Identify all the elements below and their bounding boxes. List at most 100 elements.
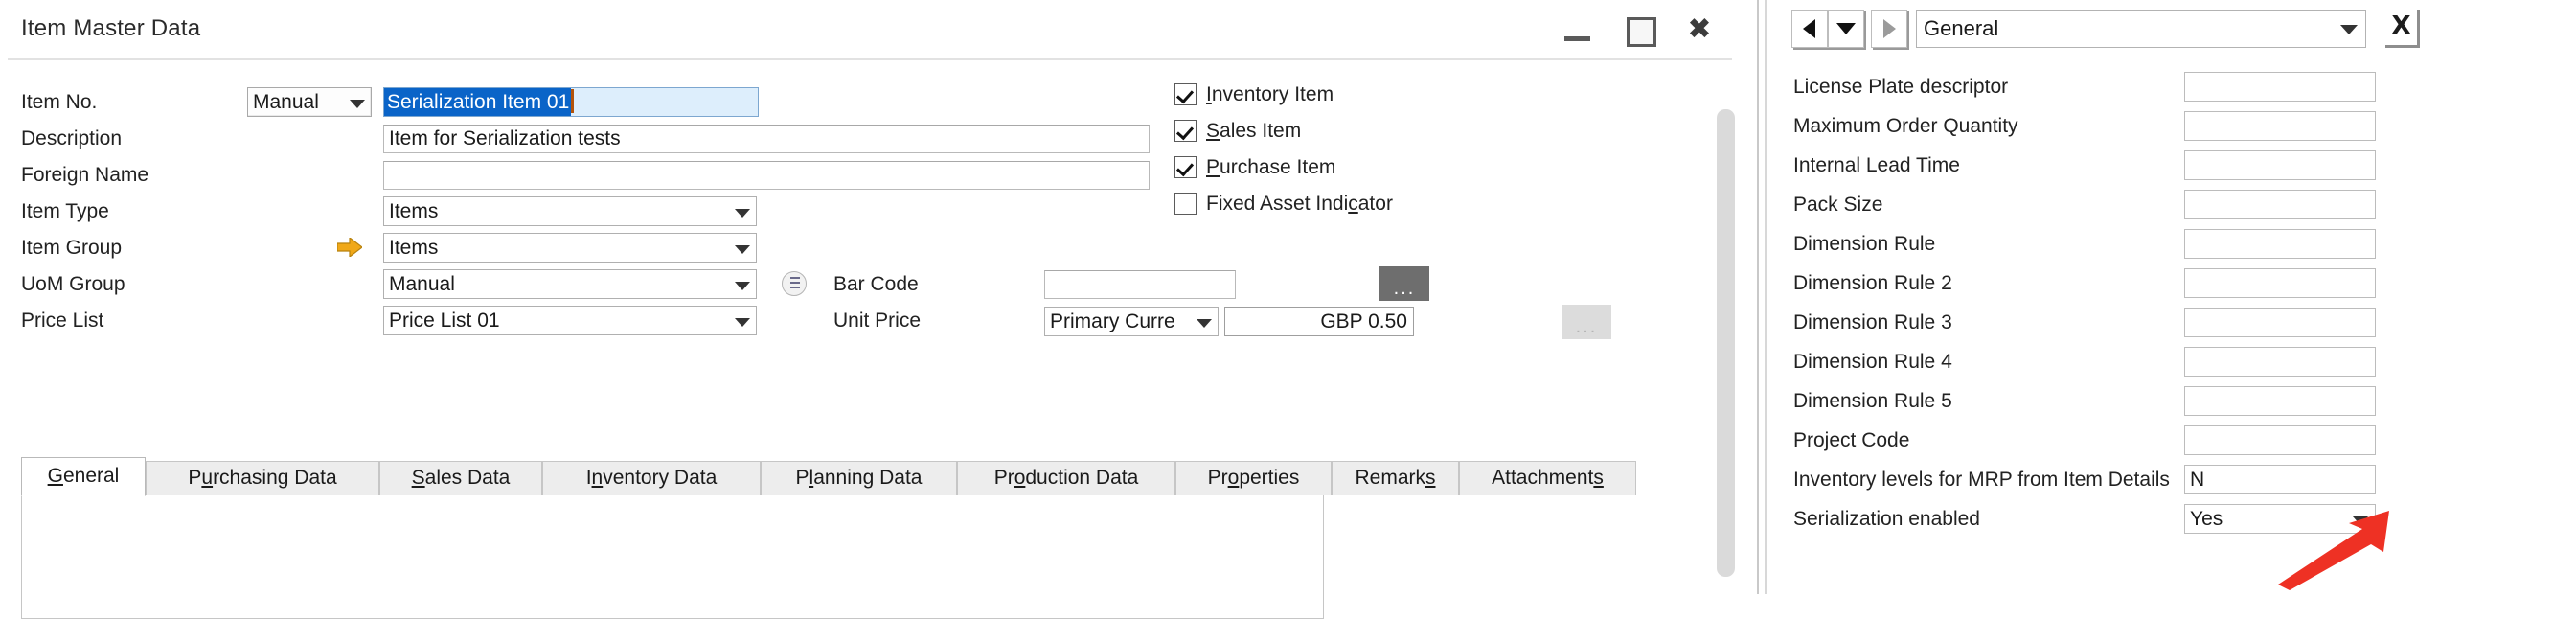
input-pack-size[interactable] bbox=[2184, 190, 2376, 219]
label-inventory-levels-mrp: Inventory levels for MRP from Item Detai… bbox=[1793, 465, 2170, 495]
panel-navigation-toolbar: General X bbox=[1772, 0, 2576, 59]
view-selector-dropdown[interactable]: General bbox=[1916, 10, 2366, 48]
label-dimension-rule: Dimension Rule bbox=[1793, 229, 1935, 260]
vertical-scrollbar[interactable] bbox=[1711, 63, 1740, 588]
scrollbar-thumb[interactable] bbox=[1717, 109, 1735, 577]
close-button[interactable]: ✖ bbox=[1680, 11, 1722, 50]
unit-price-currency-value: Primary Curre bbox=[1050, 310, 1175, 332]
item-no-selected-text: Serialization Item 01 bbox=[384, 88, 571, 116]
unit-price-input[interactable]: GBP 0.50 bbox=[1224, 307, 1414, 336]
checkbox-icon bbox=[1174, 83, 1197, 105]
input-inventory-levels-mrp[interactable]: N bbox=[2184, 465, 2376, 494]
tab-inventory-data[interactable]: Inventory Data bbox=[542, 461, 761, 495]
minimize-icon bbox=[1564, 36, 1590, 41]
label-uom-group: UoM Group bbox=[21, 268, 125, 301]
input-internal-lead-time[interactable] bbox=[2184, 150, 2376, 180]
view-dropdown-button[interactable] bbox=[1828, 10, 1864, 48]
item-form: Item No. Manual Serialization Item 01 De… bbox=[0, 59, 1753, 594]
label-dimension-rule-3: Dimension Rule 3 bbox=[1793, 308, 1952, 338]
input-license-plate-descriptor[interactable] bbox=[2184, 72, 2376, 102]
label-maximum-order-quantity: Maximum Order Quantity bbox=[1793, 111, 2018, 142]
input-dimension-rule-2[interactable] bbox=[2184, 268, 2376, 298]
tab-sales-data[interactable]: Sales Data bbox=[379, 461, 542, 495]
next-view-button[interactable] bbox=[1871, 10, 1907, 48]
minimize-button[interactable] bbox=[1558, 11, 1600, 50]
chevron-down-icon bbox=[735, 209, 750, 218]
label-item-group: Item Group bbox=[21, 232, 122, 264]
item-group-value: Items bbox=[389, 237, 438, 259]
uom-group-value: Manual bbox=[389, 273, 455, 295]
general-properties-panel: General X License Plate descriptor Maxim… bbox=[1772, 0, 2576, 594]
input-project-code[interactable] bbox=[2184, 425, 2376, 455]
serialization-enabled-value: Yes bbox=[2190, 508, 2223, 530]
checkbox-icon bbox=[1174, 156, 1197, 178]
item-master-data-window: Item Master Data ✖ Item No. Manual bbox=[0, 0, 1753, 594]
maximize-icon bbox=[1627, 17, 1656, 47]
item-no-mode-value: Manual bbox=[253, 91, 319, 113]
tab-remarks[interactable]: Remarks bbox=[1332, 461, 1459, 495]
description-input[interactable]: Item for Serialization tests bbox=[383, 125, 1150, 153]
input-dimension-rule[interactable] bbox=[2184, 229, 2376, 259]
label-dimension-rule-2: Dimension Rule 2 bbox=[1793, 268, 1952, 299]
chevron-down-icon bbox=[1836, 23, 1856, 34]
bar-code-input[interactable] bbox=[1044, 270, 1236, 299]
bar-code-browse-button[interactable]: ... bbox=[1379, 266, 1429, 301]
panel-close-button[interactable]: X bbox=[2385, 10, 2420, 48]
unit-price-currency-dropdown[interactable]: Primary Curre bbox=[1044, 307, 1219, 336]
window-title-bar: Item Master Data ✖ bbox=[0, 0, 1753, 59]
checkbox-label: Fixed Asset Indicator bbox=[1206, 190, 1393, 218]
unit-price-browse-button[interactable]: ... bbox=[1562, 305, 1611, 339]
checkbox-label: Inventory Item bbox=[1206, 80, 1334, 109]
price-list-dropdown[interactable]: Price List 01 bbox=[383, 306, 757, 335]
item-type-dropdown[interactable]: Items bbox=[383, 196, 757, 226]
checkbox-label: Sales Item bbox=[1206, 117, 1301, 146]
chevron-down-icon bbox=[350, 100, 365, 108]
input-maximum-order-quantity[interactable] bbox=[2184, 111, 2376, 141]
uom-group-dropdown[interactable]: Manual bbox=[383, 269, 757, 299]
price-list-value: Price List 01 bbox=[389, 310, 500, 332]
ellipsis-icon: ... bbox=[1562, 318, 1611, 335]
tab-purchasing-data[interactable]: Purchasing Data bbox=[146, 461, 379, 495]
arrow-right-icon bbox=[1883, 19, 1896, 38]
label-dimension-rule-5: Dimension Rule 5 bbox=[1793, 386, 1952, 417]
tab-content-panel bbox=[21, 485, 1324, 619]
ellipsis-icon: ... bbox=[1379, 280, 1429, 297]
previous-view-button[interactable] bbox=[1791, 10, 1828, 48]
input-dimension-rule-5[interactable] bbox=[2184, 386, 2376, 416]
label-bar-code: Bar Code bbox=[833, 268, 919, 301]
label-pack-size: Pack Size bbox=[1793, 190, 1882, 220]
item-no-input[interactable]: Serialization Item 01 bbox=[383, 87, 759, 117]
item-type-value: Items bbox=[389, 200, 438, 222]
foreign-name-input[interactable] bbox=[383, 161, 1150, 190]
chevron-down-icon bbox=[2353, 516, 2368, 525]
tab-planning-data[interactable]: Planning Data bbox=[761, 461, 957, 495]
checkbox-label: Purchase Item bbox=[1206, 153, 1335, 182]
chevron-down-icon bbox=[735, 245, 750, 254]
maximize-button[interactable] bbox=[1619, 11, 1661, 50]
checkbox-icon bbox=[1174, 120, 1197, 142]
input-dimension-rule-3[interactable] bbox=[2184, 308, 2376, 337]
list-lines-icon bbox=[790, 277, 800, 292]
tab-general[interactable]: General bbox=[21, 457, 146, 496]
arrow-left-icon bbox=[1803, 19, 1815, 38]
label-license-plate-descriptor: License Plate descriptor bbox=[1793, 72, 2008, 103]
label-foreign-name: Foreign Name bbox=[21, 159, 148, 192]
link-arrow-icon[interactable] bbox=[337, 238, 362, 257]
chevron-down-icon bbox=[735, 282, 750, 290]
dropdown-serialization-enabled[interactable]: Yes bbox=[2184, 504, 2376, 534]
checkbox-icon bbox=[1174, 193, 1197, 215]
tab-production-data[interactable]: Production Data bbox=[957, 461, 1175, 495]
application-root: Item Master Data ✖ Item No. Manual bbox=[0, 0, 2576, 594]
uom-detail-icon[interactable] bbox=[782, 271, 807, 296]
label-internal-lead-time: Internal Lead Time bbox=[1793, 150, 1960, 181]
item-no-mode-dropdown[interactable]: Manual bbox=[247, 87, 372, 117]
panel-divider bbox=[1753, 0, 1772, 594]
tab-attachments[interactable]: Attachments bbox=[1459, 461, 1636, 495]
chevron-down-icon bbox=[735, 318, 750, 327]
input-dimension-rule-4[interactable] bbox=[2184, 347, 2376, 377]
chevron-down-icon bbox=[2340, 25, 2358, 34]
item-group-dropdown[interactable]: Items bbox=[383, 233, 757, 263]
label-item-no: Item No. bbox=[21, 86, 97, 119]
page-title: Item Master Data bbox=[21, 15, 200, 42]
tab-properties[interactable]: Properties bbox=[1175, 461, 1332, 495]
